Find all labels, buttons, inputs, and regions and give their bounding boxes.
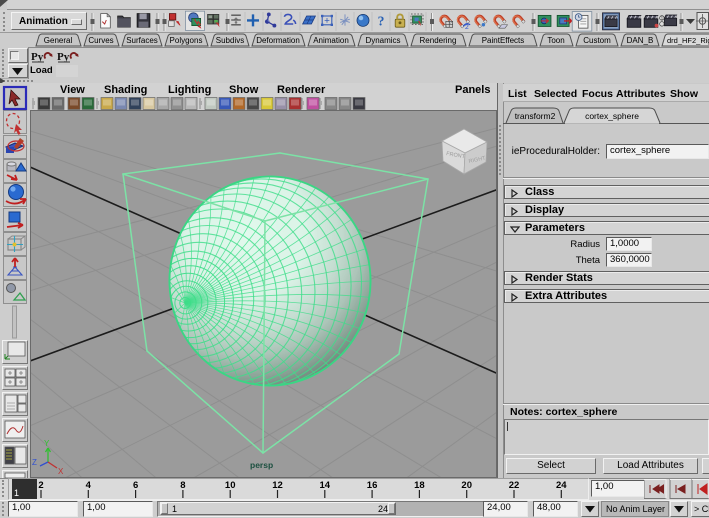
svg-text:4: 4 bbox=[86, 480, 92, 491]
svg-text:6: 6 bbox=[133, 480, 138, 491]
svg-text:12: 12 bbox=[272, 480, 283, 491]
svg-text:8: 8 bbox=[180, 480, 185, 491]
svg-text:Polygons: Polygons bbox=[170, 36, 203, 45]
svg-text:Py: Py bbox=[31, 51, 44, 63]
svg-text:Y: Y bbox=[44, 439, 50, 448]
svg-text:2: 2 bbox=[38, 480, 43, 491]
svg-text:Py: Py bbox=[57, 51, 70, 63]
svg-text:Subdivs: Subdivs bbox=[216, 36, 244, 45]
svg-text:24: 24 bbox=[556, 480, 567, 491]
svg-text:14: 14 bbox=[320, 480, 331, 491]
svg-text:Dynamics: Dynamics bbox=[365, 36, 400, 45]
svg-text:DAN_B: DAN_B bbox=[627, 36, 654, 45]
svg-text:Toon: Toon bbox=[547, 36, 564, 45]
svg-text:General: General bbox=[44, 36, 73, 45]
svg-text:transform2: transform2 bbox=[515, 111, 556, 121]
svg-text:persp: persp bbox=[250, 460, 273, 470]
svg-text:PaintEffects: PaintEffects bbox=[482, 36, 525, 45]
svg-text:?: ? bbox=[378, 14, 385, 29]
svg-text:Rendering: Rendering bbox=[420, 36, 457, 45]
svg-text:Animation: Animation bbox=[313, 36, 349, 45]
svg-text:16: 16 bbox=[367, 480, 378, 491]
svg-text:Surfaces: Surfaces bbox=[126, 36, 158, 45]
svg-text:Z: Z bbox=[32, 458, 37, 467]
svg-text:Custom: Custom bbox=[583, 36, 611, 45]
svg-text:drd_HF2_RiggingToo: drd_HF2_RiggingToo bbox=[667, 36, 709, 45]
svg-text:10: 10 bbox=[225, 480, 236, 491]
svg-text:Deformation: Deformation bbox=[256, 36, 300, 45]
svg-text:20: 20 bbox=[461, 480, 472, 491]
svg-text:Curves: Curves bbox=[88, 36, 113, 45]
svg-text:18: 18 bbox=[414, 480, 425, 491]
svg-text:X: X bbox=[58, 467, 64, 476]
svg-text:cortex_sphere: cortex_sphere bbox=[585, 111, 639, 121]
svg-text:22: 22 bbox=[509, 480, 520, 491]
